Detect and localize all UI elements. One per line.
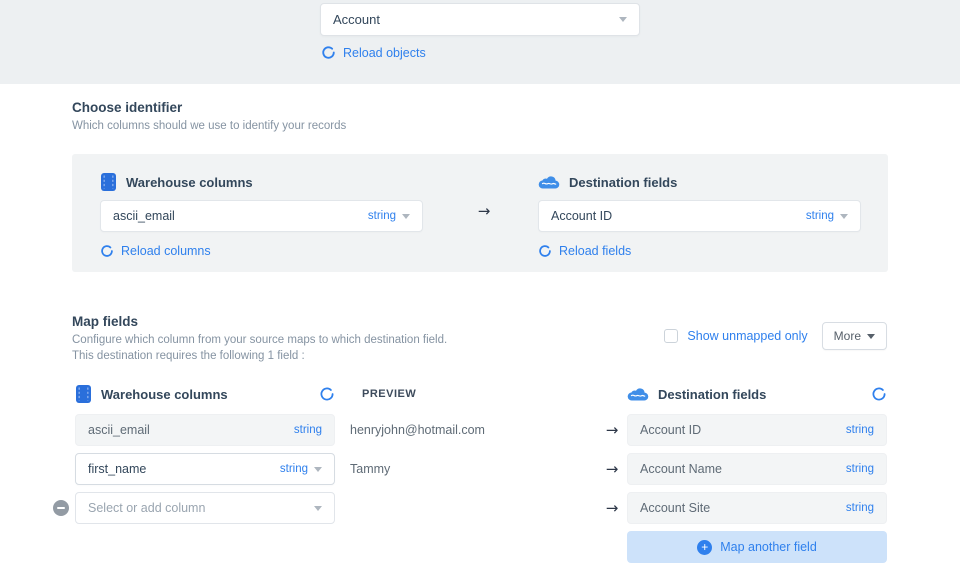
cloud-icon — [538, 175, 560, 190]
identifier-destination-type: string — [806, 210, 848, 222]
warehouse-columns-header: Warehouse columns — [100, 173, 423, 191]
identifier-warehouse-type: string — [368, 210, 410, 222]
map-fields-section-header: Map fields Configure which column from y… — [72, 314, 447, 364]
grid-preview-header: PREVIEW — [362, 388, 416, 400]
database-icon — [75, 385, 92, 403]
chevron-down-icon — [402, 214, 410, 219]
reload-objects-label: Reload objects — [343, 46, 426, 60]
chevron-down-icon — [314, 467, 322, 472]
preview-value: Tammy — [350, 462, 390, 476]
mapping-row-ascii-email: ascii_email string henryjohn@hotmail.com… — [53, 414, 887, 446]
database-icon — [100, 173, 117, 191]
destination-field-chip: Account ID string — [627, 414, 887, 446]
mapping-row-first-name: first_name string Tammy → Account Name s… — [53, 453, 887, 485]
object-select[interactable]: Account — [320, 3, 640, 36]
cloud-icon — [627, 387, 649, 402]
map-another-field-button[interactable]: + Map another field — [627, 531, 887, 563]
reload-columns-link[interactable]: Reload columns — [100, 244, 423, 258]
mapping-row-empty: Select or add column → Account Site stri… — [53, 492, 887, 524]
identifier-warehouse-select[interactable]: ascii_email string — [100, 200, 423, 232]
identifier-destination-value: Account ID — [551, 209, 612, 223]
reload-columns-icon[interactable] — [319, 386, 335, 402]
map-another-row: + Map another field — [53, 531, 887, 563]
destination-field-value: Account Name — [640, 462, 722, 476]
identifier-warehouse-column: Warehouse columns ascii_email string Rel… — [100, 173, 423, 258]
destination-field-value: Account Site — [640, 501, 710, 515]
source-column-select-empty[interactable]: Select or add column — [75, 492, 335, 524]
arrow-right-icon: → — [606, 499, 619, 517]
arrow-right-icon: → — [478, 202, 491, 220]
remove-row-icon[interactable] — [53, 500, 69, 516]
reload-fields-label: Reload fields — [559, 244, 631, 258]
more-button[interactable]: More — [822, 322, 887, 350]
source-column-value: first_name — [88, 462, 146, 476]
arrow-right-icon: → — [606, 460, 619, 478]
source-column-chip: ascii_email string — [75, 414, 335, 446]
identifier-warehouse-value: ascii_email — [113, 209, 175, 223]
main-content: Choose identifier Which columns should w… — [0, 84, 960, 573]
arrow-right-icon: → — [606, 421, 619, 439]
destination-fields-header: Destination fields — [538, 173, 861, 191]
grid-warehouse-header: Warehouse columns — [101, 387, 228, 402]
chevron-down-icon — [314, 506, 322, 511]
map-fields-description-line1: Configure which column from your source … — [72, 333, 447, 348]
choose-identifier-subtitle: Which columns should we use to identify … — [72, 119, 346, 134]
warehouse-columns-label: Warehouse columns — [126, 175, 253, 190]
reload-fields-icon[interactable] — [871, 386, 887, 402]
reload-fields-link[interactable]: Reload fields — [538, 244, 861, 258]
destination-field-type: string — [846, 424, 874, 436]
identifier-panel: Warehouse columns ascii_email string Rel… — [72, 154, 888, 272]
refresh-icon — [321, 45, 336, 60]
identifier-destination-select[interactable]: Account ID string — [538, 200, 861, 232]
source-column-type: string — [294, 424, 322, 436]
plus-icon: + — [697, 540, 712, 555]
preview-value: henryjohn@hotmail.com — [350, 423, 485, 437]
chevron-down-icon — [840, 214, 848, 219]
refresh-icon — [100, 244, 114, 258]
destination-fields-label: Destination fields — [569, 175, 677, 190]
show-unmapped-checkbox[interactable] — [664, 329, 678, 343]
destination-field-chip: Account Site string — [627, 492, 887, 524]
reload-objects-link[interactable]: Reload objects — [321, 45, 426, 60]
destination-field-value: Account ID — [640, 423, 701, 437]
map-fields-title: Map fields — [72, 314, 447, 329]
show-unmapped-label[interactable]: Show unmapped only — [687, 329, 807, 343]
mapping-arrow: → — [472, 202, 496, 220]
refresh-icon — [538, 244, 552, 258]
source-column-type: string — [280, 463, 308, 475]
destination-field-type: string — [846, 463, 874, 475]
more-button-label: More — [834, 329, 861, 343]
destination-field-type: string — [846, 502, 874, 514]
map-another-field-label: Map another field — [720, 540, 817, 554]
reload-columns-label: Reload columns — [121, 244, 211, 258]
source-column-placeholder: Select or add column — [88, 501, 205, 515]
top-bar: Account Reload objects — [0, 0, 960, 84]
identifier-destination-column: Destination fields Account ID string Rel… — [538, 173, 861, 258]
chevron-down-icon — [619, 17, 627, 22]
map-fields-description-line2: This destination requires the following … — [72, 349, 447, 364]
source-column-select[interactable]: first_name string — [75, 453, 335, 485]
map-fields-controls: Show unmapped only More — [664, 322, 887, 350]
choose-identifier-title: Choose identifier — [72, 100, 346, 115]
object-select-value: Account — [333, 12, 380, 27]
chevron-down-icon — [867, 334, 875, 339]
destination-field-chip: Account Name string — [627, 453, 887, 485]
mapping-grid: Warehouse columns PREVIEW Destination fi… — [53, 378, 887, 570]
source-column-value: ascii_email — [88, 423, 150, 437]
grid-destination-header: Destination fields — [658, 387, 766, 402]
mapping-grid-header: Warehouse columns PREVIEW Destination fi… — [53, 378, 887, 410]
choose-identifier-section-header: Choose identifier Which columns should w… — [72, 100, 346, 134]
